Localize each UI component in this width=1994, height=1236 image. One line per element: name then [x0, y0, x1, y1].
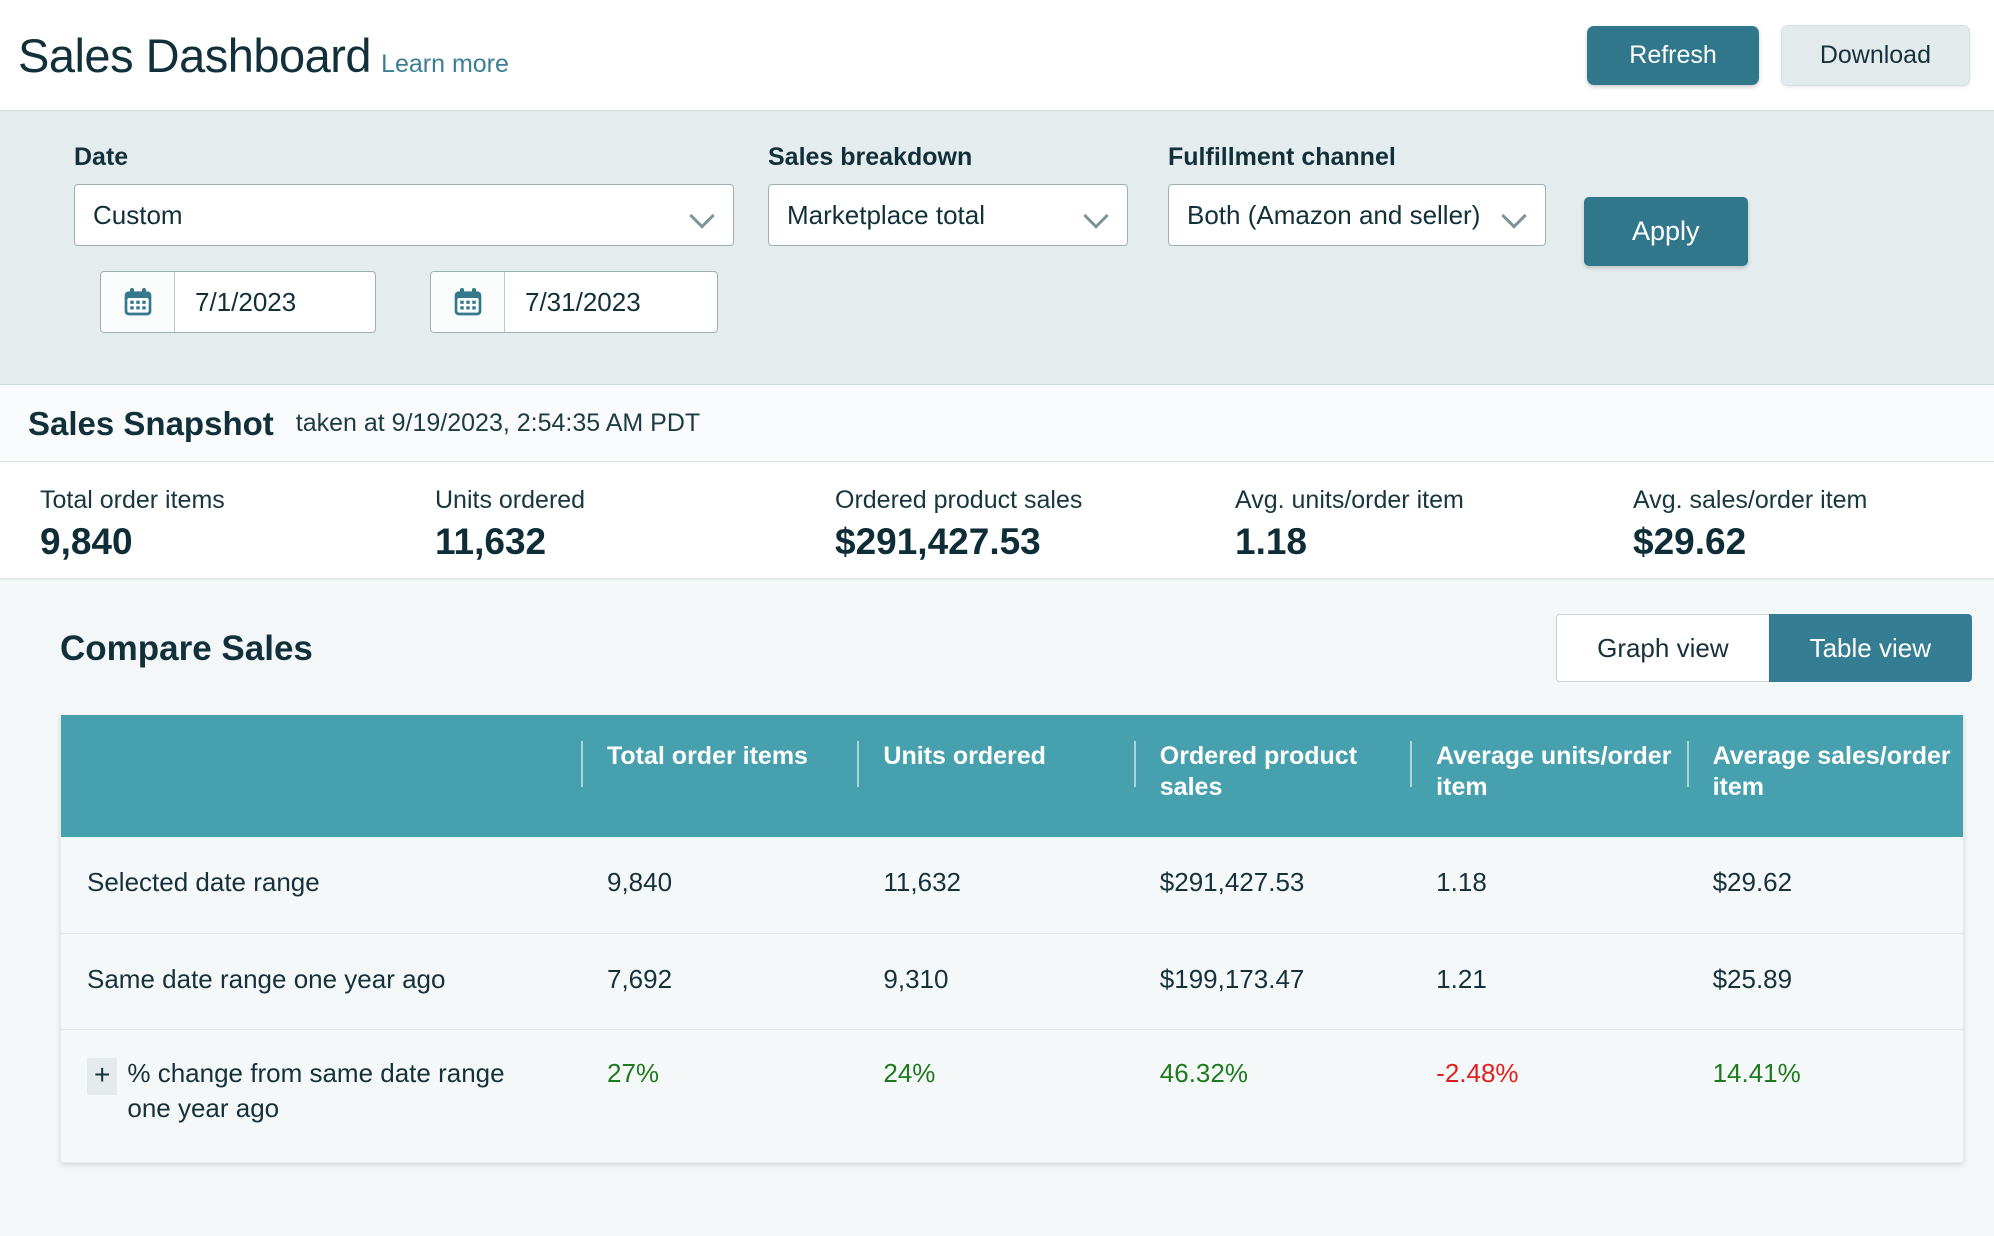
date-inputs: 7/1/2023	[74, 271, 734, 333]
start-date-input[interactable]: 7/1/2023	[175, 272, 375, 332]
column-header-total-order-items: Total order items	[581, 715, 857, 837]
view-toggle: Graph view Table view	[1556, 614, 1972, 682]
fulfillment-channel-value: Both (Amazon and seller)	[1187, 200, 1480, 231]
column-header-average-sales-order-item: Average sales/order item	[1687, 715, 1963, 837]
table-header-row: Total order items Units ordered Ordered …	[61, 715, 1963, 837]
metric-label: Avg. sales/order item	[1633, 488, 1993, 513]
column-header-label: Total order items	[607, 741, 857, 772]
table-row: Same date range one year ago 7,692 9,310…	[61, 933, 1963, 1029]
sales-breakdown-select[interactable]: Marketplace total	[768, 184, 1128, 246]
tab-table-view[interactable]: Table view	[1769, 614, 1972, 682]
table-head: Total order items Units ordered Ordered …	[61, 715, 1963, 837]
apply-wrapper: Apply	[1584, 145, 1748, 266]
cell-units-ordered: 24%	[857, 1029, 1133, 1162]
cell-ordered-product-sales: $199,173.47	[1134, 933, 1410, 1029]
cell-ordered-product-sales: $291,427.53	[1134, 837, 1410, 933]
table-row: + % change from same date range one year…	[61, 1029, 1963, 1162]
chevron-down-icon	[691, 203, 715, 227]
cell-total-order-items: 9,840	[581, 837, 857, 933]
metric-value: $291,427.53	[835, 523, 1235, 562]
fulfillment-channel-select[interactable]: Both (Amazon and seller)	[1168, 184, 1546, 246]
filter-bar: Date Custom	[0, 110, 1994, 385]
compare-sales-section: Compare Sales Graph view Table view Tota…	[0, 580, 1994, 1085]
column-header-blank	[61, 715, 581, 837]
cell-average-sales-order-item: $25.89	[1687, 933, 1963, 1029]
date-range-value: Custom	[93, 200, 183, 231]
column-header-label: Units ordered	[883, 741, 1133, 772]
chevron-down-icon	[1085, 203, 1109, 227]
metric-label: Avg. units/order item	[1235, 488, 1633, 513]
column-header-average-units-order-item: Average units/order item	[1410, 715, 1686, 837]
sales-breakdown-value: Marketplace total	[787, 200, 985, 231]
calendar-icon[interactable]	[431, 272, 505, 332]
metric-avg-sales-per-order-item: Avg. sales/order item $29.62	[1633, 488, 1993, 548]
snapshot-timestamp: taken at 9/19/2023, 2:54:35 AM PDT	[296, 411, 700, 436]
column-header-label: Ordered product sales	[1160, 741, 1410, 802]
download-button[interactable]: Download	[1781, 25, 1970, 86]
metric-total-order-items: Total order items 9,840	[40, 488, 435, 548]
expand-row-button[interactable]: +	[87, 1058, 117, 1095]
cell-average-units-order-item: 1.18	[1410, 837, 1686, 933]
header-actions: Refresh Download	[1587, 25, 1970, 86]
cell-total-order-items: 7,692	[581, 933, 857, 1029]
apply-button[interactable]: Apply	[1584, 197, 1748, 266]
metric-value: 9,840	[40, 523, 435, 562]
metric-value: 1.18	[1235, 523, 1633, 562]
row-label: % change from same date range one year a…	[127, 1056, 547, 1126]
filter-row: Date Custom	[0, 145, 1994, 333]
metric-label: Units ordered	[435, 488, 835, 513]
learn-more-link[interactable]: Learn more	[381, 50, 509, 79]
row-label: Same date range one year ago	[61, 933, 581, 1029]
page-header: Sales Dashboard Learn more Refresh Downl…	[0, 0, 1994, 110]
sales-dashboard-page: Sales Dashboard Learn more Refresh Downl…	[0, 0, 1994, 1236]
sales-breakdown-group: Sales breakdown Marketplace total	[768, 145, 1128, 246]
metric-units-ordered: Units ordered 11,632	[435, 488, 835, 548]
compare-sales-table-wrapper: Total order items Units ordered Ordered …	[60, 715, 1964, 1163]
table-body: Selected date range 9,840 11,632 $291,42…	[61, 837, 1963, 1162]
calendar-icon[interactable]	[101, 272, 175, 332]
cell-units-ordered: 11,632	[857, 837, 1133, 933]
cell-average-sales-order-item: $29.62	[1687, 837, 1963, 933]
fulfillment-channel-label: Fulfillment channel	[1168, 145, 1546, 170]
start-date-field[interactable]: 7/1/2023	[100, 271, 376, 333]
tab-graph-view[interactable]: Graph view	[1556, 614, 1769, 682]
chevron-down-icon	[1503, 203, 1527, 227]
date-label: Date	[74, 145, 734, 170]
column-header-units-ordered: Units ordered	[857, 715, 1133, 837]
sales-breakdown-label: Sales breakdown	[768, 145, 1128, 170]
column-header-label: Average sales/order item	[1713, 741, 1963, 802]
metric-value: $29.62	[1633, 523, 1993, 562]
metric-label: Ordered product sales	[835, 488, 1235, 513]
compare-sales-table: Total order items Units ordered Ordered …	[61, 715, 1963, 1162]
cell-average-units-order-item: 1.21	[1410, 933, 1686, 1029]
date-range-select[interactable]: Custom	[74, 184, 734, 246]
sales-snapshot-title: Sales Snapshot	[28, 407, 274, 440]
sales-snapshot-header: Sales Snapshot taken at 9/19/2023, 2:54:…	[0, 385, 1994, 462]
metric-avg-units-per-order-item: Avg. units/order item 1.18	[1235, 488, 1633, 548]
column-header-label: Average units/order item	[1436, 741, 1686, 802]
metric-value: 11,632	[435, 523, 835, 562]
title-block: Sales Dashboard Learn more	[18, 32, 509, 79]
metric-ordered-product-sales: Ordered product sales $291,427.53	[835, 488, 1235, 548]
date-filter-group: Date Custom	[74, 145, 734, 333]
row-label-percent-change: + % change from same date range one year…	[61, 1029, 581, 1162]
metric-label: Total order items	[40, 488, 435, 513]
row-label: Selected date range	[61, 837, 581, 933]
cell-ordered-product-sales: 46.32%	[1134, 1029, 1410, 1162]
compare-sales-title: Compare Sales	[60, 631, 313, 666]
page-title: Sales Dashboard	[18, 32, 371, 79]
fulfillment-channel-group: Fulfillment channel Both (Amazon and sel…	[1168, 145, 1546, 246]
compare-sales-header: Compare Sales Graph view Table view	[0, 614, 1994, 682]
column-header-ordered-product-sales: Ordered product sales	[1134, 715, 1410, 837]
cell-average-units-order-item: -2.48%	[1410, 1029, 1686, 1162]
cell-units-ordered: 9,310	[857, 933, 1133, 1029]
table-row: Selected date range 9,840 11,632 $291,42…	[61, 837, 1963, 933]
snapshot-metrics: Total order items 9,840 Units ordered 11…	[0, 462, 1994, 580]
end-date-field[interactable]: 7/31/2023	[430, 271, 718, 333]
cell-total-order-items: 27%	[581, 1029, 857, 1162]
refresh-button[interactable]: Refresh	[1587, 26, 1759, 85]
end-date-input[interactable]: 7/31/2023	[505, 272, 717, 332]
cell-average-sales-order-item: 14.41%	[1687, 1029, 1963, 1162]
